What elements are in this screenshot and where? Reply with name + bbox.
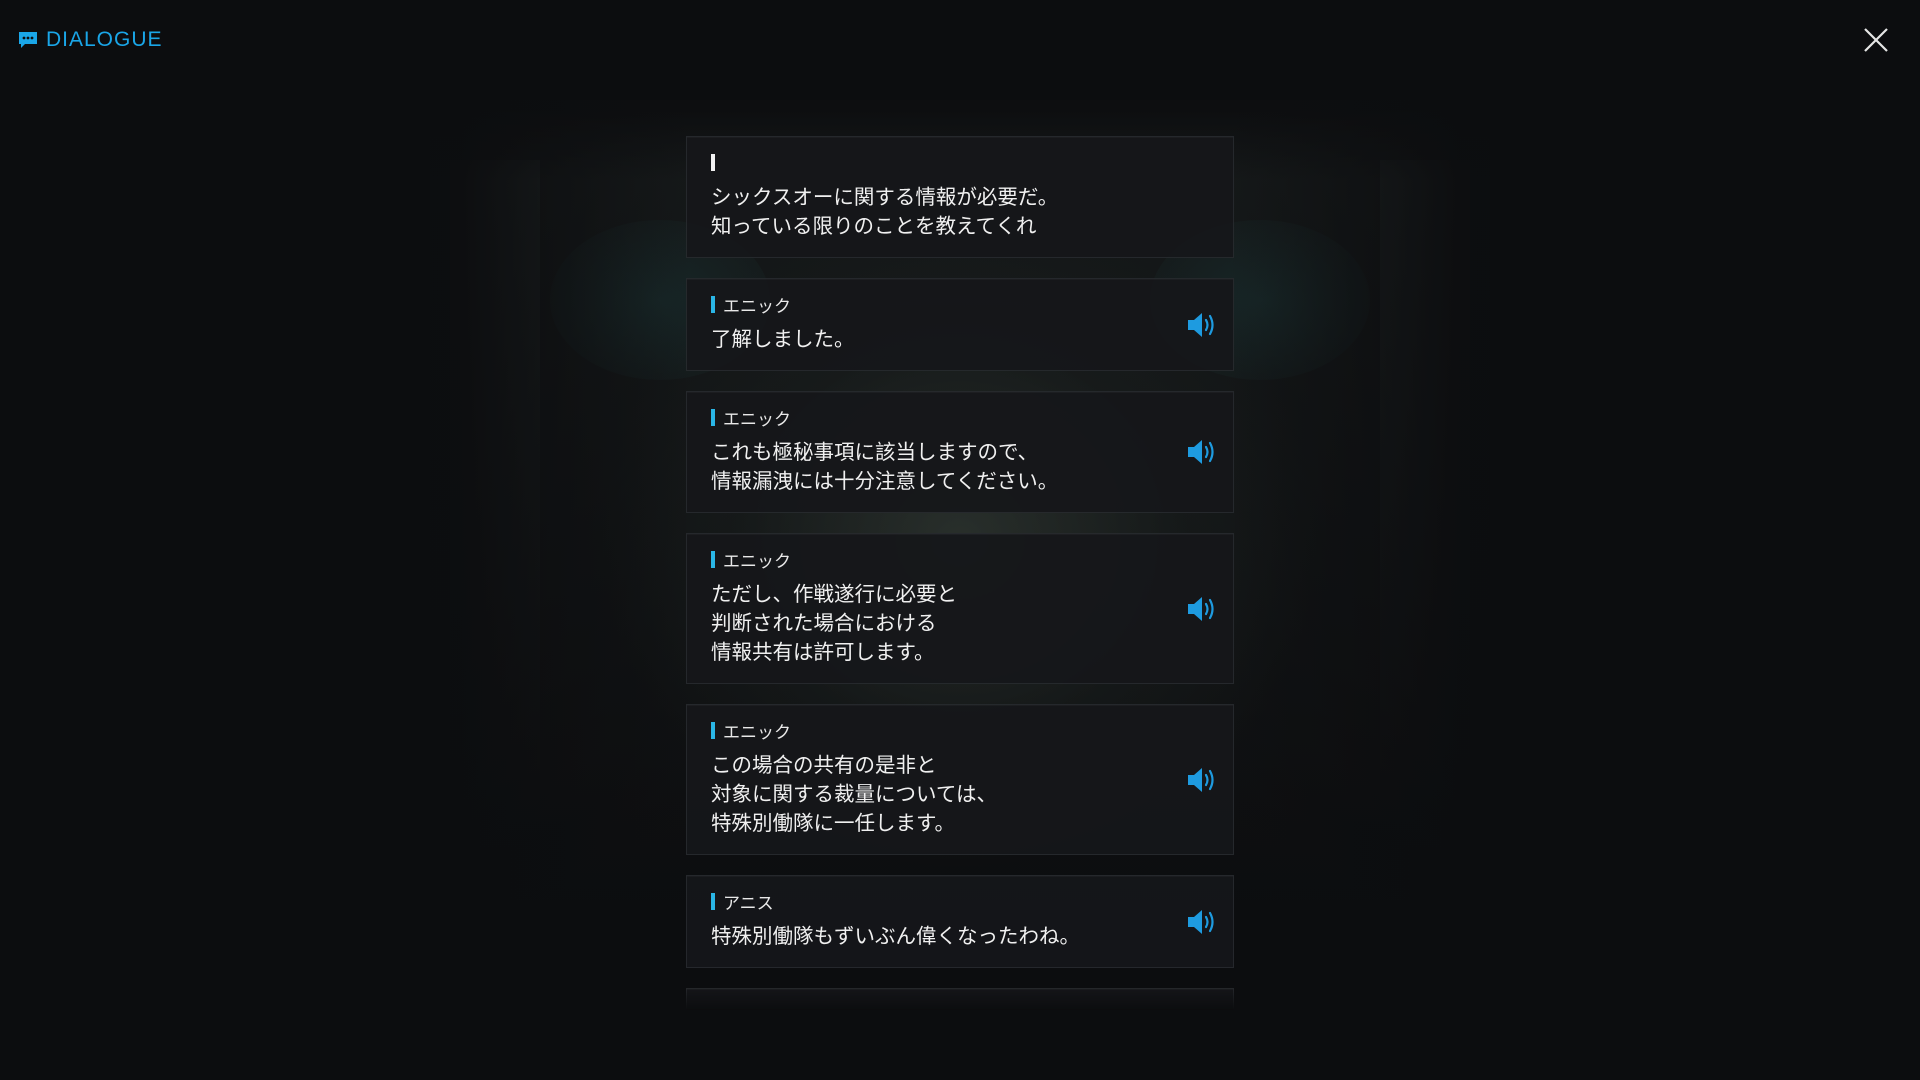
speaker-row: エニック	[711, 406, 1163, 430]
dialogue-entry: アニス特殊別働隊もずいぶん偉くなったわね。	[686, 875, 1234, 968]
dialogue-header: DIALOGUE	[18, 28, 163, 52]
speaker-name: エニック	[723, 551, 791, 572]
dialogue-text: これも極秘事項に該当しますので、 情報漏洩には十分注意してください。	[711, 440, 1059, 493]
speaker-volume-icon[interactable]	[1185, 594, 1221, 624]
speaker-name: アニス	[723, 893, 774, 914]
dialogue-entry: エニックこれも極秘事項に該当しますので、 情報漏洩には十分注意してください。	[686, 391, 1234, 513]
chat-bubble-icon	[19, 32, 37, 48]
dialogue-log-screen: DIALOGUE シックスオーに関する情報が必要だ。 知っている限りのことを教え…	[0, 0, 1920, 1080]
speaker-marker	[711, 721, 715, 739]
dialogue-entry: エニック了解しました。	[686, 278, 1234, 371]
close-icon[interactable]	[1860, 24, 1892, 56]
speaker-volume-icon[interactable]	[1185, 310, 1221, 340]
dialogue-text: 了解しました。	[711, 327, 855, 351]
dialogue-entry-partial	[686, 988, 1234, 1010]
speaker-row	[711, 151, 1163, 173]
dialogue-entry: シックスオーに関する情報が必要だ。 知っている限りのことを教えてくれ	[686, 136, 1234, 258]
dialogue-text: シックスオーに関する情報が必要だ。 知っている限りのことを教えてくれ	[711, 185, 1059, 238]
speaker-name: エニック	[723, 722, 791, 743]
dialogue-text: ただし、作戦遂行に必要と 判断された場合における 情報共有は許可します。	[711, 582, 957, 664]
speaker-row: エニック	[711, 548, 1163, 572]
speaker-marker	[711, 295, 715, 313]
dialogue-text: この場合の共有の是非と 対象に関する裁量については、 特殊別働隊に一任します。	[711, 753, 997, 835]
speaker-marker	[711, 550, 715, 568]
speaker-volume-icon[interactable]	[1185, 437, 1221, 467]
dialogue-entry: エニックただし、作戦遂行に必要と 判断された場合における 情報共有は許可します。	[686, 533, 1234, 684]
dialogue-list[interactable]: シックスオーに関する情報が必要だ。 知っている限りのことを教えてくれ エニック 了解…	[686, 136, 1234, 1030]
speaker-volume-icon[interactable]	[1185, 765, 1221, 795]
dialogue-text: 特殊別働隊もずいぶん偉くなったわね。	[711, 924, 1080, 948]
speaker-volume-icon[interactable]	[1185, 907, 1221, 937]
dialogue-entry: エニックこの場合の共有の是非と 対象に関する裁量については、 特殊別働隊に一任し…	[686, 704, 1234, 855]
speaker-row: アニス	[711, 890, 1163, 914]
speaker-marker	[711, 892, 715, 910]
speaker-name: エニック	[723, 296, 791, 317]
speaker-row: エニック	[711, 293, 1163, 317]
speaker-marker	[711, 153, 715, 171]
speaker-marker	[711, 408, 715, 426]
dialogue-title: DIALOGUE	[46, 28, 163, 51]
speaker-name: エニック	[723, 409, 791, 430]
speaker-row: エニック	[711, 719, 1163, 743]
